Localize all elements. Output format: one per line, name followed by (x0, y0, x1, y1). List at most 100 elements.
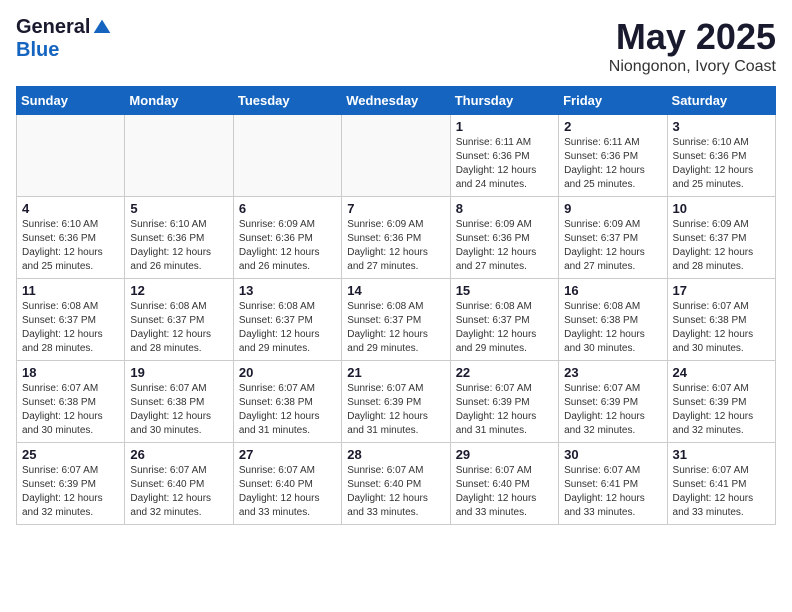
day-number: 27 (239, 447, 336, 462)
logo-icon (92, 18, 112, 38)
day-number: 19 (130, 365, 227, 380)
day-detail: Sunrise: 6:07 AM Sunset: 6:40 PM Dayligh… (456, 464, 553, 520)
day-detail: Sunrise: 6:10 AM Sunset: 6:36 PM Dayligh… (673, 136, 770, 192)
day-cell: 19 Sunrise: 6:07 AM Sunset: 6:38 PM Dayli… (125, 361, 233, 443)
day-number: 2 (564, 119, 661, 134)
day-detail: Sunrise: 6:07 AM Sunset: 6:39 PM Dayligh… (347, 382, 444, 438)
title-block: May 2025 Niongonon, Ivory Coast (609, 16, 776, 76)
day-detail: Sunrise: 6:08 AM Sunset: 6:37 PM Dayligh… (239, 300, 336, 356)
day-cell: 6Sunrise: 6:09 AM Sunset: 6:36 PM Daylig… (233, 197, 341, 279)
day-detail: Sunrise: 6:09 AM Sunset: 6:36 PM Dayligh… (456, 218, 553, 274)
day-cell: 22Sunrise: 6:07 AM Sunset: 6:39 PM Dayli… (450, 361, 558, 443)
day-number: 20 (239, 365, 336, 380)
day-detail: Sunrise: 6:07 AM Sunset: 6:40 PM Dayligh… (347, 464, 444, 520)
day-cell: 25Sunrise: 6:07 AM Sunset: 6:39 PM Dayli… (17, 443, 125, 525)
day-cell: 7Sunrise: 6:09 AM Sunset: 6:36 PM Daylig… (342, 197, 450, 279)
day-detail: Sunrise: 6:09 AM Sunset: 6:36 PM Dayligh… (239, 218, 336, 274)
day-number: 13 (239, 283, 336, 298)
day-cell: 9Sunrise: 6:09 AM Sunset: 6:37 PM Daylig… (559, 197, 667, 279)
day-cell: 29Sunrise: 6:07 AM Sunset: 6:40 PM Dayli… (450, 443, 558, 525)
day-cell: 4 Sunrise: 6:10 AM Sunset: 6:36 PM Daylig… (17, 197, 125, 279)
day-cell: 26 Sunrise: 6:07 AM Sunset: 6:40 PM Dayli… (125, 443, 233, 525)
day-detail: Sunrise: 6:07 AM Sunset: 6:38 PM Dayligh… (22, 382, 119, 438)
day-detail: Sunrise: 6:11 AM Sunset: 6:36 PM Dayligh… (456, 136, 553, 192)
day-cell: 31 Sunrise: 6:07 AM Sunset: 6:41 PM Dayli… (667, 443, 775, 525)
day-number: 17 (673, 283, 770, 298)
day-cell: 12 Sunrise: 6:08 AM Sunset: 6:37 PM Dayli… (125, 279, 233, 361)
day-number: 1 (456, 119, 553, 134)
day-detail: Sunrise: 6:07 AM Sunset: 6:39 PM Dayligh… (673, 382, 770, 438)
day-detail: Sunrise: 6:08 AM Sunset: 6:37 PM Dayligh… (347, 300, 444, 356)
day-detail: Sunrise: 6:07 AM Sunset: 6:39 PM Dayligh… (564, 382, 661, 438)
day-detail: Sunrise: 6:07 AM Sunset: 6:40 PM Dayligh… (130, 464, 227, 520)
day-number: 24 (673, 365, 770, 380)
calendar-header-row: SundayMondayTuesdayWednesdayThursdayFrid… (17, 87, 776, 115)
day-detail: Sunrise: 6:09 AM Sunset: 6:37 PM Dayligh… (564, 218, 661, 274)
day-cell: 17 Sunrise: 6:07 AM Sunset: 6:38 PM Dayli… (667, 279, 775, 361)
calendar-header-sunday: Sunday (17, 87, 125, 115)
day-detail: Sunrise: 6:08 AM Sunset: 6:37 PM Dayligh… (22, 300, 119, 356)
day-cell (233, 115, 341, 197)
day-cell (342, 115, 450, 197)
calendar-header-thursday: Thursday (450, 87, 558, 115)
day-number: 5 (130, 201, 227, 216)
day-number: 25 (22, 447, 119, 462)
day-detail: Sunrise: 6:08 AM Sunset: 6:37 PM Dayligh… (456, 300, 553, 356)
day-cell: 15 Sunrise: 6:08 AM Sunset: 6:37 PM Dayli… (450, 279, 558, 361)
week-row-5: 25Sunrise: 6:07 AM Sunset: 6:39 PM Dayli… (17, 443, 776, 525)
day-number: 21 (347, 365, 444, 380)
logo: General Blue (16, 16, 112, 62)
day-cell: 27 Sunrise: 6:07 AM Sunset: 6:40 PM Dayli… (233, 443, 341, 525)
day-detail: Sunrise: 6:09 AM Sunset: 6:37 PM Dayligh… (673, 218, 770, 274)
day-cell: 21 Sunrise: 6:07 AM Sunset: 6:39 PM Dayli… (342, 361, 450, 443)
day-cell (17, 115, 125, 197)
main-title: May 2025 (609, 16, 776, 58)
day-number: 14 (347, 283, 444, 298)
subtitle: Niongonon, Ivory Coast (609, 58, 776, 76)
day-number: 11 (22, 283, 119, 298)
day-detail: Sunrise: 6:11 AM Sunset: 6:36 PM Dayligh… (564, 136, 661, 192)
day-detail: Sunrise: 6:08 AM Sunset: 6:37 PM Dayligh… (130, 300, 227, 356)
day-number: 31 (673, 447, 770, 462)
day-detail: Sunrise: 6:08 AM Sunset: 6:38 PM Dayligh… (564, 300, 661, 356)
day-cell: 1 Sunrise: 6:11 AM Sunset: 6:36 PM Daylig… (450, 115, 558, 197)
day-number: 28 (347, 447, 444, 462)
day-number: 10 (673, 201, 770, 216)
day-cell: 2 Sunrise: 6:11 AM Sunset: 6:36 PM Daylig… (559, 115, 667, 197)
day-cell: 10 Sunrise: 6:09 AM Sunset: 6:37 PM Dayli… (667, 197, 775, 279)
day-number: 22 (456, 365, 553, 380)
day-cell: 23Sunrise: 6:07 AM Sunset: 6:39 PM Dayli… (559, 361, 667, 443)
day-number: 26 (130, 447, 227, 462)
day-number: 15 (456, 283, 553, 298)
day-number: 18 (22, 365, 119, 380)
week-row-1: 1 Sunrise: 6:11 AM Sunset: 6:36 PM Daylig… (17, 115, 776, 197)
day-detail: Sunrise: 6:07 AM Sunset: 6:41 PM Dayligh… (564, 464, 661, 520)
day-cell: 11 Sunrise: 6:08 AM Sunset: 6:37 PM Dayli… (17, 279, 125, 361)
day-cell: 20 Sunrise: 6:07 AM Sunset: 6:38 PM Dayli… (233, 361, 341, 443)
day-cell: 13 Sunrise: 6:08 AM Sunset: 6:37 PM Dayli… (233, 279, 341, 361)
day-detail: Sunrise: 6:07 AM Sunset: 6:41 PM Dayligh… (673, 464, 770, 520)
day-cell: 8 Sunrise: 6:09 AM Sunset: 6:36 PM Daylig… (450, 197, 558, 279)
day-cell: 14 Sunrise: 6:08 AM Sunset: 6:37 PM Dayli… (342, 279, 450, 361)
day-number: 3 (673, 119, 770, 134)
day-cell: 5 Sunrise: 6:10 AM Sunset: 6:36 PM Daylig… (125, 197, 233, 279)
week-row-3: 11 Sunrise: 6:08 AM Sunset: 6:37 PM Dayli… (17, 279, 776, 361)
day-detail: Sunrise: 6:07 AM Sunset: 6:38 PM Dayligh… (130, 382, 227, 438)
day-cell: 16Sunrise: 6:08 AM Sunset: 6:38 PM Dayli… (559, 279, 667, 361)
logo-general: General (16, 16, 90, 39)
day-number: 12 (130, 283, 227, 298)
day-cell: 30 Sunrise: 6:07 AM Sunset: 6:41 PM Dayli… (559, 443, 667, 525)
calendar-body: 1 Sunrise: 6:11 AM Sunset: 6:36 PM Daylig… (17, 115, 776, 525)
day-detail: Sunrise: 6:07 AM Sunset: 6:40 PM Dayligh… (239, 464, 336, 520)
day-detail: Sunrise: 6:10 AM Sunset: 6:36 PM Dayligh… (130, 218, 227, 274)
day-number: 8 (456, 201, 553, 216)
day-detail: Sunrise: 6:07 AM Sunset: 6:38 PM Dayligh… (239, 382, 336, 438)
day-detail: Sunrise: 6:10 AM Sunset: 6:36 PM Dayligh… (22, 218, 119, 274)
week-row-4: 18 Sunrise: 6:07 AM Sunset: 6:38 PM Dayli… (17, 361, 776, 443)
header: General Blue May 2025 Niongonon, Ivory C… (16, 16, 776, 76)
day-cell: 3 Sunrise: 6:10 AM Sunset: 6:36 PM Daylig… (667, 115, 775, 197)
day-number: 4 (22, 201, 119, 216)
day-detail: Sunrise: 6:07 AM Sunset: 6:38 PM Dayligh… (673, 300, 770, 356)
day-number: 30 (564, 447, 661, 462)
day-cell: 18 Sunrise: 6:07 AM Sunset: 6:38 PM Dayli… (17, 361, 125, 443)
